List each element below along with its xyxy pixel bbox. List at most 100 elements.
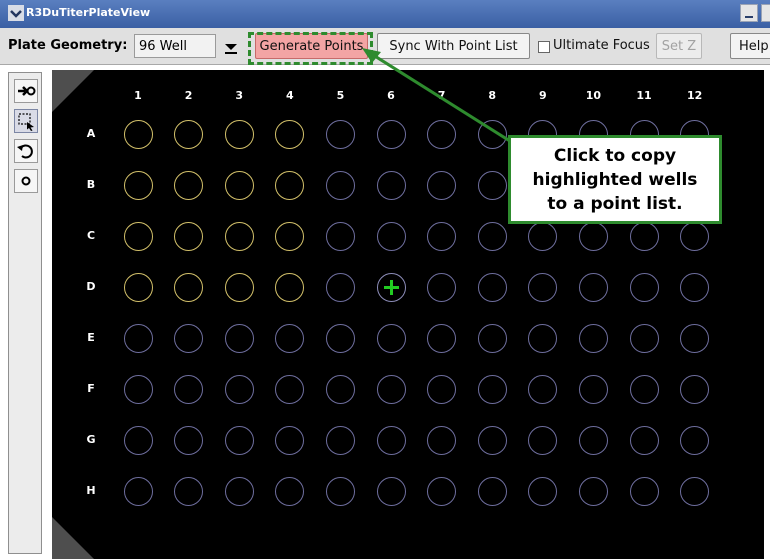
well-f3[interactable] (224, 374, 254, 404)
well-b4[interactable] (275, 170, 305, 200)
well-f10[interactable] (578, 374, 608, 404)
sync-with-point-list-button[interactable]: Sync With Point List (377, 33, 530, 59)
well-c3[interactable] (224, 221, 254, 251)
help-button[interactable]: Help (730, 33, 770, 59)
well-a8[interactable] (477, 119, 507, 149)
well-g10[interactable] (578, 425, 608, 455)
well-d10[interactable] (578, 272, 608, 302)
well-f12[interactable] (680, 374, 710, 404)
well-g8[interactable] (477, 425, 507, 455)
undo-tool[interactable] (14, 139, 38, 163)
generate-points-button[interactable]: Generate Points (255, 33, 368, 59)
plate-geometry-value[interactable]: 96 Well (134, 34, 216, 58)
well-e12[interactable] (680, 323, 710, 353)
well-d7[interactable] (427, 272, 457, 302)
well-f8[interactable] (477, 374, 507, 404)
well-g12[interactable] (680, 425, 710, 455)
well-h7[interactable] (427, 476, 457, 506)
well-d9[interactable] (528, 272, 558, 302)
maximize-button[interactable] (761, 4, 770, 22)
well-h3[interactable] (224, 476, 254, 506)
well-b1[interactable] (123, 170, 153, 200)
dropdown-arrow-icon[interactable] (220, 34, 242, 58)
well-g2[interactable] (174, 425, 204, 455)
well-h10[interactable] (578, 476, 608, 506)
well-h1[interactable] (123, 476, 153, 506)
well-f1[interactable] (123, 374, 153, 404)
well-e10[interactable] (578, 323, 608, 353)
well-e6[interactable] (376, 323, 406, 353)
ultimate-focus-checkbox[interactable] (538, 41, 550, 53)
well-f2[interactable] (174, 374, 204, 404)
well-h5[interactable] (325, 476, 355, 506)
well-c8[interactable] (477, 221, 507, 251)
well-c7[interactable] (427, 221, 457, 251)
well-d2[interactable] (174, 272, 204, 302)
minimize-button[interactable] (740, 4, 758, 22)
well-f9[interactable] (528, 374, 558, 404)
well-h12[interactable] (680, 476, 710, 506)
well-d6[interactable] (376, 272, 406, 302)
well-g9[interactable] (528, 425, 558, 455)
well-b7[interactable] (427, 170, 457, 200)
well-f6[interactable] (376, 374, 406, 404)
well-c2[interactable] (174, 221, 204, 251)
well-e2[interactable] (174, 323, 204, 353)
well-a7[interactable] (427, 119, 457, 149)
well-a1[interactable] (123, 119, 153, 149)
well-d4[interactable] (275, 272, 305, 302)
well-e8[interactable] (477, 323, 507, 353)
well-h4[interactable] (275, 476, 305, 506)
well-f5[interactable] (325, 374, 355, 404)
well-c1[interactable] (123, 221, 153, 251)
well-g3[interactable] (224, 425, 254, 455)
well-c6[interactable] (376, 221, 406, 251)
box-select-tool[interactable] (14, 109, 38, 133)
set-z-button[interactable]: Set Z (656, 33, 702, 59)
well-g7[interactable] (427, 425, 457, 455)
well-b5[interactable] (325, 170, 355, 200)
well-b3[interactable] (224, 170, 254, 200)
well-d1[interactable] (123, 272, 153, 302)
window-menu-icon[interactable] (8, 5, 24, 21)
well-e7[interactable] (427, 323, 457, 353)
well-f11[interactable] (629, 374, 659, 404)
well-b6[interactable] (376, 170, 406, 200)
well-h2[interactable] (174, 476, 204, 506)
plate-geometry-select[interactable]: 96 Well (134, 34, 244, 58)
well-h9[interactable] (528, 476, 558, 506)
well-b2[interactable] (174, 170, 204, 200)
well-e5[interactable] (325, 323, 355, 353)
well-h6[interactable] (376, 476, 406, 506)
well-g5[interactable] (325, 425, 355, 455)
well-d3[interactable] (224, 272, 254, 302)
well-a3[interactable] (224, 119, 254, 149)
well-f7[interactable] (427, 374, 457, 404)
well-g4[interactable] (275, 425, 305, 455)
well-f4[interactable] (275, 374, 305, 404)
well-e4[interactable] (275, 323, 305, 353)
well-d8[interactable] (477, 272, 507, 302)
well-c12[interactable] (680, 221, 710, 251)
well-g11[interactable] (629, 425, 659, 455)
add-point-tool[interactable] (14, 79, 38, 103)
well-g1[interactable] (123, 425, 153, 455)
well-c11[interactable] (629, 221, 659, 251)
well-e3[interactable] (224, 323, 254, 353)
point-tool[interactable] (14, 169, 38, 193)
well-e11[interactable] (629, 323, 659, 353)
well-e9[interactable] (528, 323, 558, 353)
well-a6[interactable] (376, 119, 406, 149)
well-d12[interactable] (680, 272, 710, 302)
well-h11[interactable] (629, 476, 659, 506)
well-c9[interactable] (528, 221, 558, 251)
well-h8[interactable] (477, 476, 507, 506)
well-c4[interactable] (275, 221, 305, 251)
well-a4[interactable] (275, 119, 305, 149)
well-a5[interactable] (325, 119, 355, 149)
well-d11[interactable] (629, 272, 659, 302)
ultimate-focus-label[interactable]: Ultimate Focus (553, 38, 650, 53)
well-d5[interactable] (325, 272, 355, 302)
well-g6[interactable] (376, 425, 406, 455)
well-c10[interactable] (578, 221, 608, 251)
